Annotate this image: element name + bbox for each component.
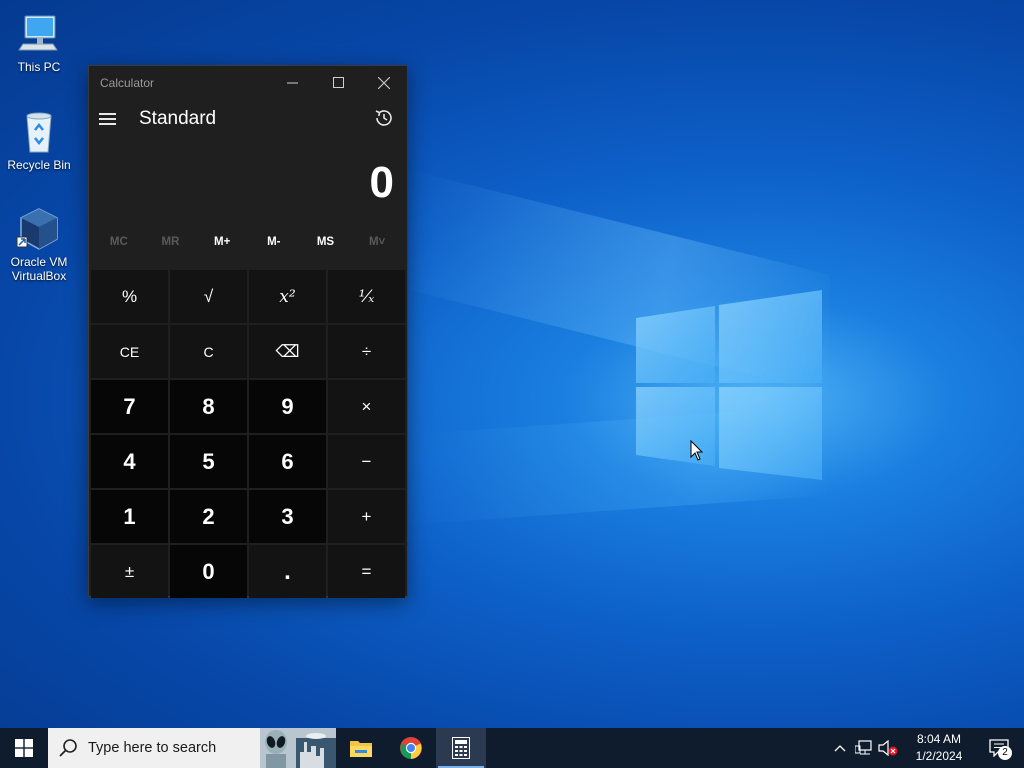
desktop-icon-label: This PC — [17, 60, 61, 74]
digit-8-button[interactable]: 8 — [170, 380, 247, 433]
network-icon — [855, 740, 872, 755]
decimal-button[interactable]: . — [249, 545, 326, 598]
clock-time: 8:04 AM — [916, 732, 962, 746]
minimize-button[interactable] — [269, 66, 315, 99]
search-icon — [59, 739, 77, 757]
memory-clear-button[interactable]: MC — [94, 236, 144, 248]
chrome-icon — [400, 737, 422, 759]
close-button[interactable] — [361, 66, 407, 99]
system-tray: 8:04 AM 1/2/2024 2 — [828, 728, 1024, 768]
search-highlight-alien-icon — [260, 728, 336, 768]
divide-button[interactable]: ÷ — [328, 325, 405, 378]
memory-recall-button[interactable]: MR — [145, 236, 195, 248]
percent-button[interactable]: % — [91, 270, 168, 323]
digit-2-button[interactable]: 2 — [170, 490, 247, 543]
search-placeholder: Type here to search — [88, 740, 217, 756]
equals-button[interactable]: = — [328, 545, 405, 598]
window-title: Calculator — [100, 75, 155, 90]
digit-9-button[interactable]: 9 — [249, 380, 326, 433]
hamburger-icon — [99, 113, 116, 115]
volume-button[interactable] — [876, 728, 900, 768]
backspace-button[interactable]: ⌫ — [249, 325, 326, 378]
taskbar-chrome[interactable] — [386, 728, 436, 768]
desktop-icon-recycle-bin[interactable]: Recycle Bin — [4, 108, 74, 172]
maximize-button[interactable] — [315, 66, 361, 99]
square-root-button[interactable]: √ — [170, 270, 247, 323]
clear-button[interactable]: C — [170, 325, 247, 378]
subtract-button[interactable]: − — [328, 435, 405, 488]
result-display: 0 — [369, 158, 394, 207]
chevron-up-icon — [834, 745, 846, 752]
minimize-icon — [286, 82, 298, 84]
show-hidden-icons-button[interactable] — [828, 728, 852, 768]
history-button[interactable] — [373, 107, 397, 131]
taskbar-clock[interactable]: 8:04 AM 1/2/2024 — [904, 731, 974, 765]
memory-list-button[interactable]: M˅ — [352, 236, 402, 248]
digit-6-button[interactable]: 6 — [249, 435, 326, 488]
windows-wallpaper-logo — [636, 290, 822, 480]
desktop-icon-label: Oracle VM VirtualBox — [10, 255, 68, 283]
history-icon — [375, 110, 392, 126]
this-pc-icon — [15, 10, 63, 58]
maximize-icon — [332, 77, 344, 88]
calculator-header: Standard — [89, 99, 407, 139]
digit-4-button[interactable]: 4 — [91, 435, 168, 488]
clock-date: 1/2/2024 — [915, 749, 963, 763]
negate-button[interactable]: ± — [91, 545, 168, 598]
multiply-button[interactable]: × — [328, 380, 405, 433]
windows-start-icon — [15, 739, 33, 757]
calculator-window[interactable]: Calculator Standard 0 MC MR M+ M- MS M˅ — [88, 65, 408, 598]
add-button[interactable]: + — [328, 490, 405, 543]
digit-7-button[interactable]: 7 — [91, 380, 168, 433]
network-button[interactable] — [852, 728, 876, 768]
digit-1-button[interactable]: 1 — [91, 490, 168, 543]
taskbar-file-explorer[interactable] — [336, 728, 386, 768]
memory-add-button[interactable]: M+ — [197, 236, 247, 248]
desktop-icon-label: Recycle Bin — [7, 158, 71, 172]
recycle-bin-icon — [15, 108, 63, 156]
calculator-icon — [452, 737, 470, 759]
digit-3-button[interactable]: 3 — [249, 490, 326, 543]
square-button[interactable]: x² — [249, 270, 326, 323]
desktop-icon-virtualbox[interactable]: Oracle VM VirtualBox — [4, 205, 74, 283]
memory-subtract-button[interactable]: M- — [249, 236, 299, 248]
mouse-cursor-icon — [690, 439, 704, 462]
memory-row: MC MR M+ M- MS M˅ — [89, 227, 407, 257]
keypad: % √ x² ¹⁄ₓ CE C ⌫ ÷ 7 8 9 × 4 5 6 − 1 2 … — [91, 270, 407, 598]
volume-muted-icon — [878, 740, 898, 756]
close-icon — [378, 76, 390, 89]
start-button[interactable] — [0, 728, 48, 768]
taskbar-search-box[interactable]: Type here to search — [48, 728, 336, 768]
digit-5-button[interactable]: 5 — [170, 435, 247, 488]
title-bar[interactable]: Calculator — [89, 66, 407, 99]
clear-entry-button[interactable]: CE — [91, 325, 168, 378]
desktop-icon-this-pc[interactable]: This PC — [4, 10, 74, 74]
memory-store-button[interactable]: MS — [300, 236, 350, 248]
notification-count-badge: 2 — [998, 746, 1012, 760]
digit-0-button[interactable]: 0 — [170, 545, 247, 598]
calculator-mode-title: Standard — [139, 108, 217, 129]
action-center-button[interactable]: 2 — [974, 728, 1024, 768]
taskbar-calculator[interactable] — [436, 728, 486, 768]
taskbar: Type here to search 8:04 AM 1/2/2024 2 — [0, 728, 1024, 768]
navigation-menu-button[interactable] — [99, 109, 119, 129]
file-explorer-icon — [350, 741, 372, 757]
reciprocal-button[interactable]: ¹⁄ₓ — [328, 270, 405, 323]
virtualbox-icon — [15, 205, 63, 253]
